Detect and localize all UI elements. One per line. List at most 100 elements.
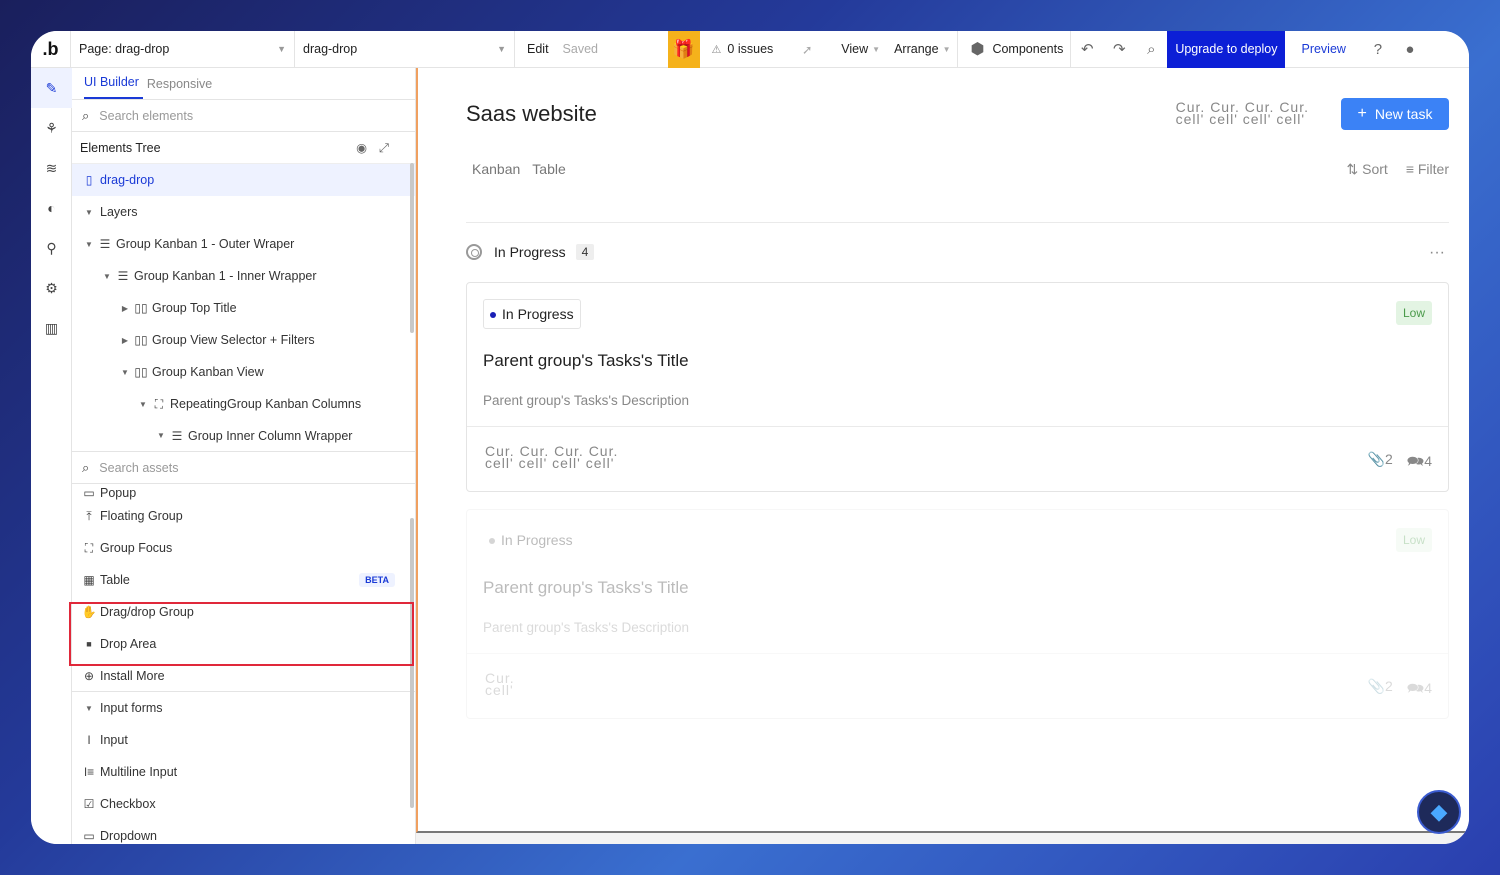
plugin-icon[interactable]: ⚲ [31, 228, 72, 268]
more-icon[interactable]: ··· [1429, 244, 1445, 262]
task-card[interactable]: In Progress Low Parent group's Tasks's T… [466, 282, 1449, 492]
caret-down-icon[interactable]: ▼ [100, 272, 114, 281]
avatar[interactable]: ● [1394, 31, 1426, 68]
filter-button[interactable]: ≡ Filter [1406, 161, 1449, 178]
caret-down-icon[interactable]: ▼ [82, 240, 96, 249]
arrange-menu[interactable]: Arrange ▼ [887, 31, 959, 68]
tree-item[interactable]: ▼ ☰ Group Kanban 1 - Outer Wraper [72, 228, 415, 260]
caret-down-icon[interactable]: ▼ [82, 208, 96, 217]
search-assets-placeholder: Search assets [99, 460, 179, 475]
ui-builder-panel: UI Builder Responsive ⌕ Search elements … [72, 68, 416, 844]
caret-right-icon[interactable]: ▶ [118, 304, 132, 313]
tree-item[interactable]: ▶ ▯▯ Group View Selector + Filters [72, 324, 415, 356]
section-input-forms[interactable]: ▼ Input forms [72, 692, 415, 724]
caret-down-icon[interactable]: ▼ [82, 704, 96, 713]
paperclip-icon: 📎 [1367, 451, 1385, 467]
tree-item[interactable]: ▶ ▯▯ Group Top Title [72, 292, 415, 324]
issues-label: 0 issues [727, 42, 774, 56]
tree-item-drag-drop[interactable]: ▯ drag-drop [72, 164, 415, 196]
assignee-text-2: cell' [485, 682, 514, 698]
tree-item[interactable]: ▼ ☰ Group Inner Column Wrapper [72, 420, 415, 452]
caret-down-icon[interactable]: ▼ [154, 431, 168, 440]
eye-icon[interactable]: ◉ [356, 141, 379, 155]
search-icon[interactable]: ⌕ [1135, 31, 1167, 68]
bubble-logo[interactable]: .b [31, 31, 71, 68]
caret-down-icon[interactable]: ▼ [118, 368, 132, 377]
chart-icon[interactable]: ▥ [31, 308, 72, 348]
sort-filter: ⇅ Sort ≡ Filter [1347, 161, 1450, 178]
avatar-text-2: cell' cell' cell' cell' [1175, 111, 1306, 127]
assistant-logo-icon[interactable]: ◆ [1417, 790, 1461, 834]
avatar-group: Cur. Cur. Cur. Cur. cell' cell' cell' ce… [1175, 100, 1309, 127]
comment-icon: 🗪 [1406, 453, 1425, 469]
pointer-icon[interactable]: ➚ [780, 31, 834, 68]
asset-label: Dropdown [100, 829, 157, 843]
element-select[interactable]: drag-drop ▼ [295, 31, 515, 68]
database-icon[interactable]: ≋ [31, 148, 72, 188]
floating-group-icon: ⤒ [86, 508, 92, 523]
popup-icon: ▭ [83, 486, 95, 500]
pencil-icon[interactable]: ✎ [31, 68, 72, 108]
issues-button[interactable]: ⚠ 0 issues [700, 31, 781, 68]
tree-item-label: Group Kanban 1 - Inner Wrapper [134, 269, 317, 283]
search-elements[interactable]: ⌕ Search elements [72, 100, 415, 132]
paperclip-icon: 📎 [1367, 678, 1385, 694]
help-icon[interactable]: ? [1362, 31, 1394, 68]
tab-ui-builder[interactable]: UI Builder [84, 75, 143, 99]
caret-down-icon[interactable]: ▼ [136, 400, 150, 409]
asset-label: Floating Group [100, 509, 183, 523]
asset-item-multiline-input[interactable]: I≡ Multiline Input [72, 756, 415, 788]
tab-table[interactable]: Table [532, 161, 565, 177]
asset-item-table[interactable]: ▦ Table BETA [72, 564, 415, 596]
sort-button[interactable]: ⇅ Sort [1347, 161, 1388, 178]
tree-item[interactable]: ▼ ▯▯ Group Kanban View [72, 356, 415, 388]
view-menu[interactable]: View ▼ [834, 31, 887, 68]
comments-count: 4 [1424, 680, 1432, 696]
tab-responsive[interactable]: Responsive [147, 77, 216, 99]
expand-icon[interactable]: ⤢ [379, 141, 401, 155]
workflow-icon[interactable]: ⚘ [31, 108, 72, 148]
undo-icon[interactable]: ↶ [1071, 31, 1103, 68]
asset-label: Group Focus [100, 541, 173, 555]
page-select[interactable]: Page: drag-drop ▼ [71, 31, 295, 68]
asset-item-popup[interactable]: ▭ Popup [72, 484, 415, 500]
assignee-text-2: cell' cell' cell' cell' [485, 455, 615, 471]
task-card[interactable]: In Progress Low Parent group's Tasks's T… [466, 509, 1449, 719]
preview-button[interactable]: Preview [1285, 31, 1361, 68]
palette-icon[interactable]: ◐ [31, 188, 72, 228]
view-label: View [841, 42, 869, 56]
group-title: In Progress [494, 244, 566, 260]
tree-scrollbar[interactable] [410, 163, 414, 333]
new-task-button[interactable]: + New task [1341, 98, 1449, 130]
asset-label: Checkbox [100, 797, 156, 811]
asset-item-dropdown[interactable]: ▭ Dropdown [72, 820, 415, 844]
asset-item-input[interactable]: I Input [72, 724, 415, 756]
tab-kanban[interactable]: Kanban [472, 161, 520, 177]
tree-item-label: Group Kanban View [152, 365, 264, 379]
sort-label: Sort [1362, 161, 1388, 177]
gift-icon[interactable]: 🎁 [667, 31, 700, 68]
comment-icon: 🗪 [1406, 680, 1425, 696]
edit-menu[interactable]: Edit [515, 31, 556, 68]
checkbox-icon: ☑ [83, 797, 95, 811]
search-assets[interactable]: ⌕ Search assets [72, 452, 415, 484]
filter-icon: ≡ [1405, 161, 1414, 177]
asset-item-checkbox[interactable]: ☑ Checkbox [72, 788, 415, 820]
tree-item-layers[interactable]: ▼ Layers [72, 196, 415, 228]
filter-label: Filter [1417, 161, 1449, 177]
settings-icon[interactable]: ⚙ [31, 268, 72, 308]
tree-item[interactable]: ▼ ☰ Group Kanban 1 - Inner Wrapper [72, 260, 415, 292]
group-header: In Progress 4 [466, 244, 595, 260]
asset-item-group-focus[interactable]: ⛶ Group Focus [72, 532, 415, 564]
column-icon: ▯▯ [134, 333, 148, 347]
sort-icon: ⇅ [1346, 161, 1359, 177]
upgrade-button[interactable]: Upgrade to deploy [1167, 31, 1286, 68]
arrange-label: Arrange [894, 42, 939, 56]
asset-item-floating-group[interactable]: ⤒ Floating Group [72, 500, 415, 532]
top-toolbar: .b Page: drag-drop ▼ drag-drop ▼ Edit Sa… [31, 31, 1469, 68]
asset-label: Input [100, 733, 128, 747]
caret-right-icon[interactable]: ▶ [118, 336, 132, 345]
tree-item[interactable]: ▼ ⛶ RepeatingGroup Kanban Columns [72, 388, 415, 420]
components-button[interactable]: ⬢ Components [958, 31, 1072, 68]
redo-icon[interactable]: ↷ [1103, 31, 1135, 68]
